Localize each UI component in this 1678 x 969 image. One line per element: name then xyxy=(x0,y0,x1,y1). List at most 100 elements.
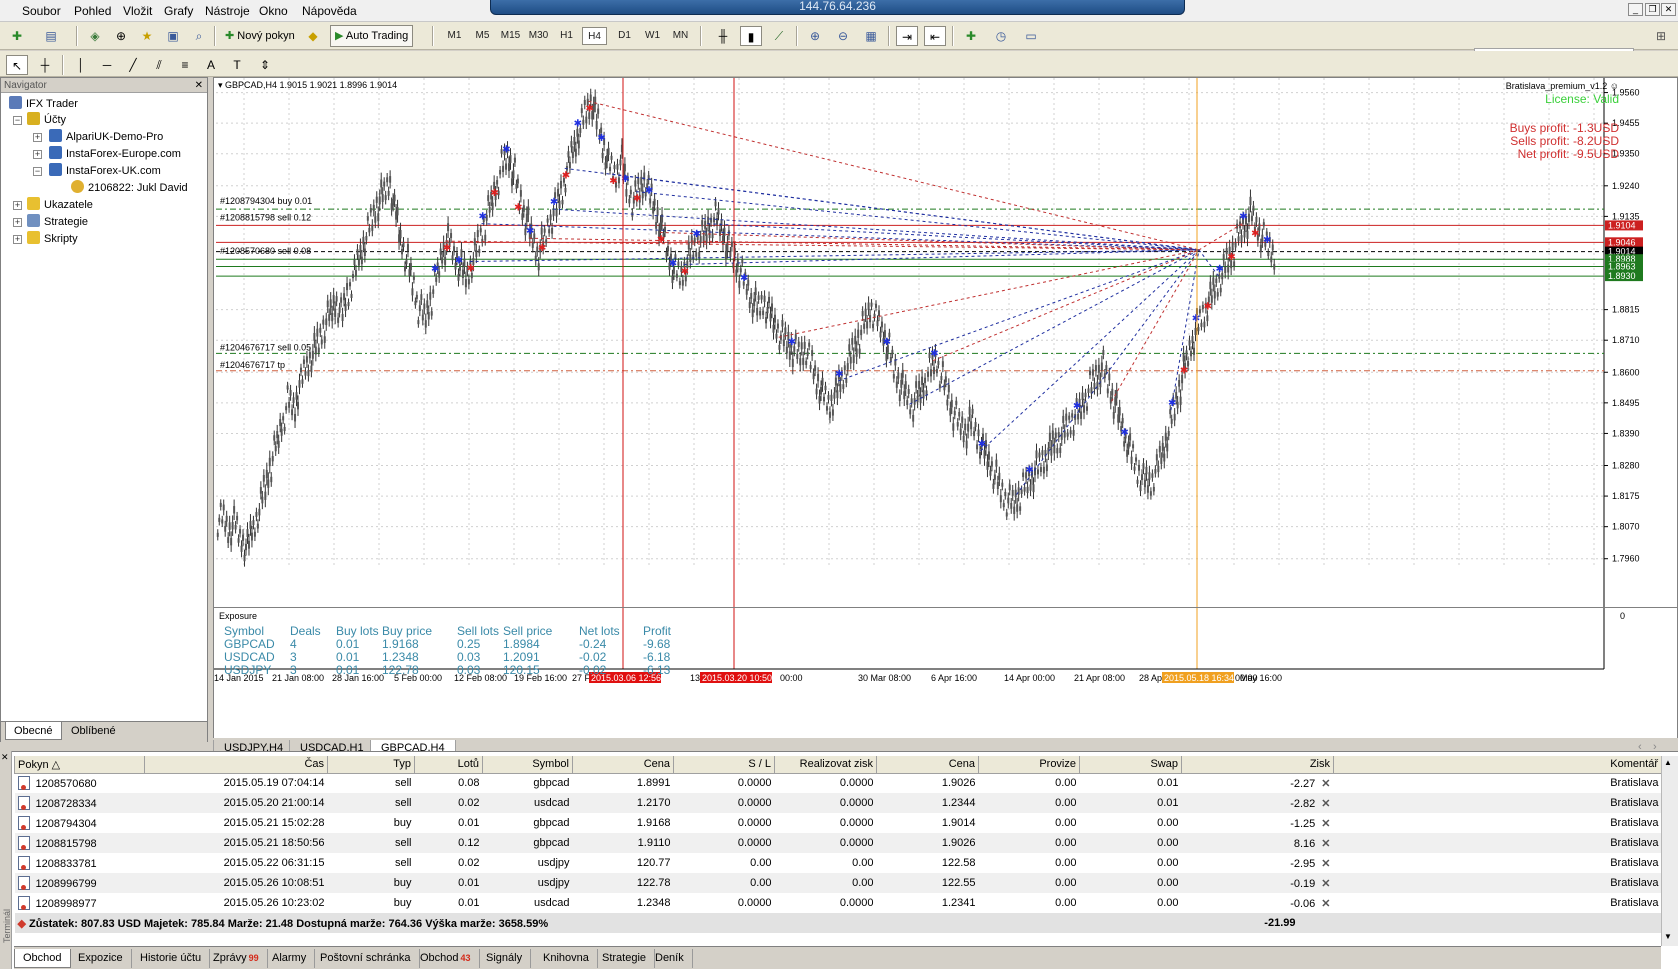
crosshair-icon[interactable]: ┼ xyxy=(34,55,56,75)
bar-chart-icon[interactable]: ╫ xyxy=(712,26,734,46)
orders-column-header[interactable]: Cena xyxy=(572,756,674,774)
navigator-close-icon[interactable]: ✕ xyxy=(195,78,203,93)
profiles-icon[interactable]: ▤ xyxy=(40,26,62,46)
menu-okno[interactable]: Okno xyxy=(259,4,288,18)
new-chart-icon[interactable]: ✚ xyxy=(6,26,28,46)
line-chart-icon[interactable]: ⟋ xyxy=(768,26,790,46)
terminal-icon[interactable]: ▣ xyxy=(162,26,184,46)
tree-indicators[interactable]: Ukazatele xyxy=(27,197,93,213)
orders-column-header[interactable]: Swap xyxy=(1079,756,1182,774)
text-label-icon[interactable]: T xyxy=(226,55,248,75)
toolbar-options-icon[interactable]: ⊞ xyxy=(1650,26,1672,46)
order-row[interactable]: 1208728334 2015.05.20 21:00:14 sell 0.02 usd… xyxy=(14,793,1662,813)
chart-shift-icon[interactable]: ⇥ xyxy=(896,26,918,46)
restore-icon[interactable]: ❐ xyxy=(1645,3,1660,16)
minimize-icon[interactable]: _ xyxy=(1628,3,1643,16)
orders-column-header[interactable]: Lotů xyxy=(414,756,483,774)
scroll-up-icon[interactable]: ▲ xyxy=(1664,758,1672,767)
orders-column-header[interactable]: Symbol xyxy=(482,756,573,774)
horizontal-line-icon[interactable]: ─ xyxy=(96,55,118,75)
menu-soubor[interactable]: Soubor xyxy=(22,4,61,18)
orders-column-header[interactable]: Cena xyxy=(876,756,979,774)
orders-column-header[interactable]: Čas xyxy=(144,756,328,774)
close-icon[interactable]: ✕ xyxy=(1661,3,1676,16)
menu-pohled[interactable]: Pohled xyxy=(74,4,111,18)
orders-column-header[interactable]: Realizovat zisk xyxy=(774,756,877,774)
order-row[interactable]: 1208996799 2015.05.26 10:08:51 buy 0.01 usdj… xyxy=(14,873,1662,893)
timeframe-h4[interactable]: H4 xyxy=(582,27,607,45)
expand-icon[interactable]: + xyxy=(13,201,22,210)
strategy-tester-icon[interactable]: ⌕ xyxy=(188,26,210,46)
zoom-in-icon[interactable]: ⊕ xyxy=(804,26,826,46)
menu-vlozit[interactable]: Vložit xyxy=(123,4,152,18)
arrows-icon[interactable]: ⇕ xyxy=(254,55,276,75)
tree-user[interactable]: 2106822: Jukl David xyxy=(71,180,188,196)
tree-root[interactable]: IFX Trader xyxy=(9,96,78,112)
collapse-icon[interactable]: − xyxy=(33,167,42,176)
close-order-icon[interactable]: ✕ xyxy=(1315,898,1330,910)
trendline-icon[interactable]: ╱ xyxy=(122,55,144,75)
orders-column-header[interactable]: Typ xyxy=(327,756,415,774)
navigator-icon[interactable]: ★ xyxy=(136,26,158,46)
close-order-icon[interactable]: ✕ xyxy=(1315,858,1330,870)
terminal-tab[interactable]: Alarmy xyxy=(264,949,316,968)
terminal-tab[interactable]: Expozice xyxy=(70,949,132,968)
new-order-button[interactable]: ✚ Nový pokyn xyxy=(220,25,300,47)
tree-account-instaforex-uk[interactable]: InstaForex-UK.com xyxy=(49,163,161,179)
orders-column-header[interactable]: Komentář xyxy=(1333,756,1662,774)
order-row[interactable]: 1208794304 2015.05.21 15:02:28 buy 0.01 gbpc… xyxy=(15,813,1662,833)
menu-napoveda[interactable]: Nápověda xyxy=(302,4,357,18)
auto-scroll-icon[interactable]: ⇤ xyxy=(924,26,946,46)
terminal-tab[interactable]: Obchod 43 xyxy=(412,949,480,968)
close-order-icon[interactable]: ✕ xyxy=(1315,838,1330,850)
terminal-tab[interactable]: Historie účtu xyxy=(132,949,211,968)
metaeditor-icon[interactable]: ◆ xyxy=(302,26,324,46)
terminal-close-icon[interactable]: ✕ xyxy=(1,752,9,763)
indicators-icon[interactable]: ✚ xyxy=(960,26,982,46)
candlestick-icon[interactable]: ▮ xyxy=(740,26,762,46)
close-order-icon[interactable]: ✕ xyxy=(1315,798,1330,810)
timeframe-h1[interactable]: H1 xyxy=(554,27,579,45)
expand-icon[interactable]: + xyxy=(33,150,42,159)
terminal-tab[interactable]: Zprávy 99 xyxy=(205,949,268,968)
orders-column-header[interactable]: Provize xyxy=(978,756,1080,774)
order-row[interactable]: 1208833781 2015.05.22 06:31:15 sell 0.02 usd… xyxy=(15,853,1662,873)
collapse-icon[interactable]: − xyxy=(13,116,22,125)
close-order-icon[interactable]: ✕ xyxy=(1315,778,1330,790)
chart-window[interactable]: 1.9560 1.9455 1.9350 1.9240 1.9135 1.8815 1.87… xyxy=(213,77,1678,742)
tree-account-instaforex-europe[interactable]: InstaForex-Europe.com xyxy=(49,146,181,162)
order-row[interactable]: 1208998977 2015.05.26 10:23:02 buy 0.01 usdc… xyxy=(15,893,1662,913)
menu-grafy[interactable]: Grafy xyxy=(164,4,193,18)
market-watch-icon[interactable]: ◈ xyxy=(84,26,106,46)
terminal-tab[interactable]: Knihovna xyxy=(535,949,598,968)
text-icon[interactable]: A xyxy=(200,55,222,75)
auto-trading-button[interactable]: ▶ Auto Trading xyxy=(330,25,414,47)
fibonacci-icon[interactable]: ≡ xyxy=(174,55,196,75)
orders-column-header[interactable]: S / L xyxy=(673,756,775,774)
timeframe-m5[interactable]: M5 xyxy=(470,27,495,45)
tree-scripts[interactable]: Skripty xyxy=(27,231,78,247)
vertical-line-icon[interactable]: │ xyxy=(70,55,92,75)
timeframe-d1[interactable]: D1 xyxy=(612,27,637,45)
terminal-tab[interactable]: Obchod xyxy=(14,949,71,968)
periods-icon[interactable]: ◷ xyxy=(990,26,1012,46)
timeframe-mn[interactable]: MN xyxy=(668,27,693,45)
equidistant-channel-icon[interactable]: ⫽ xyxy=(148,55,170,75)
tree-account-alpari[interactable]: AlpariUK-Demo-Pro xyxy=(49,129,163,145)
timeframe-m1[interactable]: M1 xyxy=(442,27,467,45)
expand-icon[interactable]: + xyxy=(13,235,22,244)
timeframe-w1[interactable]: W1 xyxy=(640,27,665,45)
orders-column-header[interactable]: Pokyn △ xyxy=(14,756,145,774)
scroll-down-icon[interactable]: ▼ xyxy=(1664,932,1672,941)
price-chart[interactable]: 1.95601.94551.93501.92401.91351.88151.87… xyxy=(214,78,1678,741)
terminal-scrollbar[interactable]: ▲ ▼ xyxy=(1661,756,1678,946)
terminal-tab[interactable]: Strategie xyxy=(594,949,656,968)
expand-icon[interactable]: + xyxy=(13,218,22,227)
zoom-out-icon[interactable]: ⊖ xyxy=(832,26,854,46)
orders-column-header[interactable]: Zisk xyxy=(1181,756,1334,774)
tab-favorites[interactable]: Oblíbené xyxy=(63,722,124,740)
close-order-icon[interactable]: ✕ xyxy=(1315,818,1330,830)
timeframe-m30[interactable]: M30 xyxy=(526,27,551,45)
tree-experts[interactable]: Strategie xyxy=(27,214,88,230)
tab-common[interactable]: Obecné xyxy=(5,722,62,740)
